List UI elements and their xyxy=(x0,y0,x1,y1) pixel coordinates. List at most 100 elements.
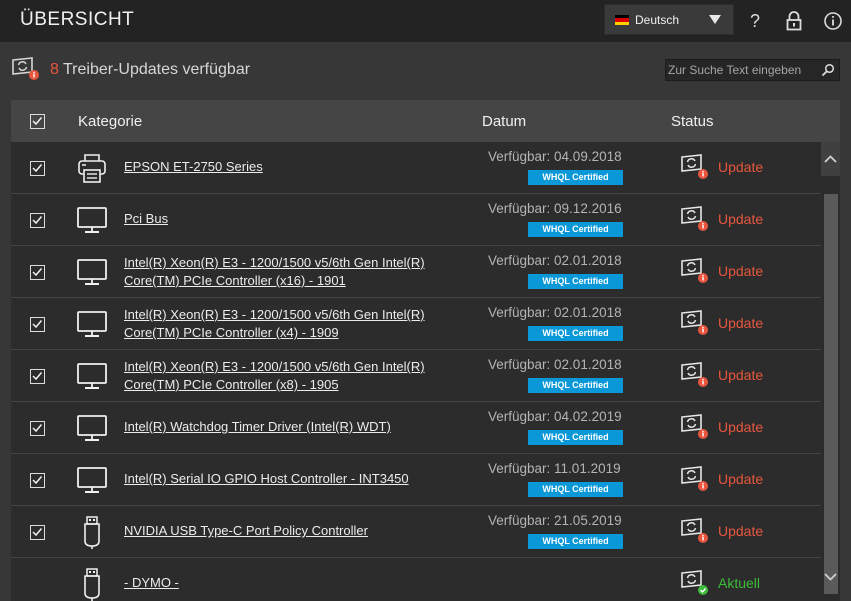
driver-name-link[interactable]: EPSON ET-2750 Series xyxy=(124,158,263,176)
update-link[interactable]: Update xyxy=(718,315,763,331)
driver-name-link[interactable]: Intel(R) Watchdog Timer Driver (Intel(R)… xyxy=(124,418,391,436)
table-row[interactable]: Intel(R) Serial IO GPIO Host Controller … xyxy=(11,454,821,506)
update-link[interactable]: Update xyxy=(718,211,763,227)
whql-badge: WHQL Certified xyxy=(528,482,623,497)
driver-name-line: Intel(R) Serial IO GPIO Host Controller … xyxy=(124,471,409,486)
table-row[interactable]: EPSON ET-2750 Series Verfügbar: 04.09.201… xyxy=(11,142,821,194)
available-date: Verfügbar: 11.01.2019 xyxy=(488,461,621,476)
status-current-label: Aktuell xyxy=(718,575,761,591)
monitor-icon xyxy=(75,463,109,497)
driver-name-line: Intel(R) Xeon(R) E3 - 1200/1500 v5/6th G… xyxy=(124,359,425,374)
update-icon[interactable] xyxy=(679,152,711,182)
driver-name-line: Intel(R) Watchdog Timer Driver (Intel(R)… xyxy=(124,419,391,434)
lock-icon[interactable] xyxy=(781,8,807,34)
whql-badge: WHQL Certified xyxy=(528,378,623,393)
driver-name-line: Pci Bus xyxy=(124,211,169,226)
whql-badge: WHQL Certified xyxy=(528,534,623,549)
page-title: ÜBERSICHT xyxy=(20,9,135,30)
scroll-up-button[interactable] xyxy=(821,142,840,176)
monitor-icon xyxy=(75,307,109,341)
update-icon[interactable] xyxy=(679,308,711,338)
row-checkbox[interactable] xyxy=(30,265,45,280)
table-row[interactable]: - DYMO - Aktuell xyxy=(11,558,821,601)
help-icon[interactable]: ? xyxy=(742,8,768,34)
available-date: Verfügbar: 04.09.2018 xyxy=(488,149,622,164)
driver-name-line: Core(TM) PCIe Controller (x16) - 1901 xyxy=(124,273,346,288)
select-all-checkbox[interactable] xyxy=(30,114,45,129)
driver-name-link[interactable]: Intel(R) Xeon(R) E3 - 1200/1500 v5/6th G… xyxy=(124,358,425,394)
table-row[interactable]: Intel(R) Xeon(R) E3 - 1200/1500 v5/6th G… xyxy=(11,246,821,298)
row-checkbox[interactable] xyxy=(30,213,45,228)
available-date: Verfügbar: 02.01.2018 xyxy=(488,305,622,320)
scroll-thumb[interactable] xyxy=(824,194,838,594)
table-row[interactable]: Intel(R) Xeon(R) E3 - 1200/1500 v5/6th G… xyxy=(11,298,821,350)
update-link[interactable]: Update xyxy=(718,471,763,487)
whql-badge: WHQL Certified xyxy=(528,274,623,289)
scrollbar[interactable] xyxy=(821,142,840,601)
driver-name-link[interactable]: Intel(R) Xeon(R) E3 - 1200/1500 v5/6th G… xyxy=(124,306,425,342)
whql-badge: WHQL Certified xyxy=(528,326,623,341)
driver-name-link[interactable]: - DYMO - xyxy=(124,574,179,592)
driver-name-link[interactable]: Intel(R) Serial IO GPIO Host Controller … xyxy=(124,470,409,488)
update-link[interactable]: Update xyxy=(718,419,763,435)
driver-name-link[interactable]: NVIDIA USB Type-C Port Policy Controller xyxy=(124,522,368,540)
search-input[interactable] xyxy=(668,61,816,79)
update-icon[interactable] xyxy=(679,464,711,494)
refresh-alert-icon xyxy=(10,56,42,84)
row-checkbox[interactable] xyxy=(30,369,45,384)
update-link[interactable]: Update xyxy=(718,523,763,539)
column-header-status[interactable]: Status xyxy=(671,113,714,130)
table-row[interactable]: Intel(R) Watchdog Timer Driver (Intel(R)… xyxy=(11,402,821,454)
chevron-down-icon xyxy=(709,15,721,24)
update-icon[interactable] xyxy=(679,256,711,286)
row-checkbox[interactable] xyxy=(30,421,45,436)
update-link[interactable]: Update xyxy=(718,263,763,279)
driver-name-line: - DYMO - xyxy=(124,575,179,590)
usb-icon xyxy=(75,567,109,601)
up-to-date-icon[interactable] xyxy=(679,568,711,598)
search-box xyxy=(665,59,840,81)
table-body: EPSON ET-2750 Series Verfügbar: 04.09.201… xyxy=(11,142,821,601)
whql-badge: WHQL Certified xyxy=(528,170,623,185)
german-flag-icon xyxy=(615,15,629,25)
driver-name-line: EPSON ET-2750 Series xyxy=(124,159,263,174)
whql-badge: WHQL Certified xyxy=(528,222,623,237)
available-date: Verfügbar: 09.12.2016 xyxy=(488,201,622,216)
update-link[interactable]: Update xyxy=(718,367,763,383)
driver-table: Kategorie Datum Status EPSON ET-2750 Ser… xyxy=(11,100,840,601)
update-icon[interactable] xyxy=(679,204,711,234)
row-checkbox[interactable] xyxy=(30,473,45,488)
row-checkbox[interactable] xyxy=(30,525,45,540)
svg-text:?: ? xyxy=(750,11,760,31)
table-row[interactable]: NVIDIA USB Type-C Port Policy Controller… xyxy=(11,506,821,558)
available-date: Verfügbar: 21.05.2019 xyxy=(488,513,622,528)
update-count: 8 xyxy=(50,61,59,78)
update-icon[interactable] xyxy=(679,516,711,546)
driver-name-line: NVIDIA USB Type-C Port Policy Controller xyxy=(124,523,368,538)
monitor-icon xyxy=(75,411,109,445)
row-checkbox[interactable] xyxy=(30,317,45,332)
available-date: Verfügbar: 04.02.2019 xyxy=(488,409,622,424)
driver-name-line: Core(TM) PCIe Controller (x8) - 1905 xyxy=(124,377,339,392)
usb-icon xyxy=(75,515,109,549)
column-header-category[interactable]: Kategorie xyxy=(78,113,142,130)
driver-name-link[interactable]: Pci Bus xyxy=(124,210,168,228)
scroll-down-button[interactable] xyxy=(821,560,840,594)
table-row[interactable]: Pci Bus Verfügbar: 09.12.2016 WHQL Certifi… xyxy=(11,194,821,246)
column-header-date[interactable]: Datum xyxy=(482,113,526,130)
driver-name-line: Intel(R) Xeon(R) E3 - 1200/1500 v5/6th G… xyxy=(124,255,425,270)
update-icon[interactable] xyxy=(679,360,711,390)
language-label: Deutsch xyxy=(635,13,680,27)
language-select[interactable]: Deutsch xyxy=(604,4,734,35)
table-row[interactable]: Intel(R) Xeon(R) E3 - 1200/1500 v5/6th G… xyxy=(11,350,821,402)
info-icon[interactable] xyxy=(820,8,846,34)
top-bar: ÜBERSICHT Deutsch ? xyxy=(0,0,851,42)
update-icon[interactable] xyxy=(679,412,711,442)
update-text: Treiber-Updates verfügbar xyxy=(63,61,251,78)
driver-name-link[interactable]: Intel(R) Xeon(R) E3 - 1200/1500 v5/6th G… xyxy=(124,254,425,290)
row-checkbox[interactable] xyxy=(30,161,45,176)
search-icon[interactable] xyxy=(821,63,835,77)
driver-name-line: Core(TM) PCIe Controller (x4) - 1909 xyxy=(124,325,339,340)
update-link[interactable]: Update xyxy=(718,159,763,175)
monitor-icon xyxy=(75,255,109,289)
